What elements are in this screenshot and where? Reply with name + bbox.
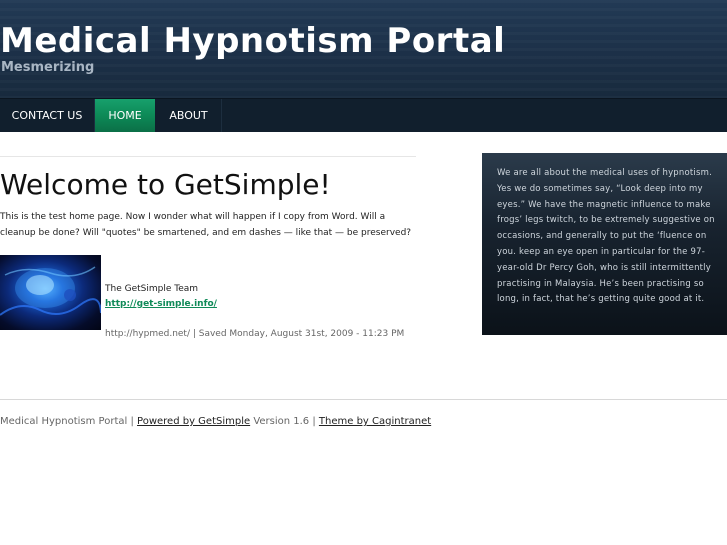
main-nav: CONTACT US HOME ABOUT (0, 98, 727, 132)
footer: Medical Hypnotism Portal | Powered by Ge… (0, 416, 431, 427)
team-signature: The GetSimple Team (105, 284, 199, 294)
page-title: Welcome to GetSimple! (0, 168, 331, 201)
saved-info: http://hypmed.net/ | Saved Monday, Augus… (105, 329, 405, 339)
site-header: Medical Hypnotism Portal Mesmerizing (0, 0, 727, 98)
sidebar-text: We are all about the medical uses of hyp… (497, 168, 715, 305)
hypnosis-image (0, 255, 101, 330)
nav-item-contact-us[interactable]: CONTACT US (0, 99, 95, 132)
nav-item-home[interactable]: HOME (95, 99, 155, 132)
footer-theme-link[interactable]: Theme by Cagintranet (319, 416, 431, 427)
footer-site-name: Medical Hypnotism Portal (0, 416, 128, 427)
sidebar-box: We are all about the medical uses of hyp… (482, 153, 727, 335)
site-title[interactable]: Medical Hypnotism Portal (0, 20, 505, 62)
footer-powered-link[interactable]: Powered by GetSimple (137, 416, 250, 427)
site-tagline: Mesmerizing (1, 60, 95, 75)
hypnosis-image-art (0, 266, 101, 316)
getsimple-link[interactable]: http://get-simple.info/ (105, 299, 217, 309)
footer-separator: | (127, 416, 138, 427)
nav-item-about[interactable]: ABOUT (156, 99, 222, 132)
content-divider (0, 156, 416, 157)
footer-divider (0, 399, 727, 400)
footer-version: Version 1.6 | (250, 416, 319, 427)
intro-paragraph: This is the test home page. Now I wonder… (0, 212, 412, 238)
